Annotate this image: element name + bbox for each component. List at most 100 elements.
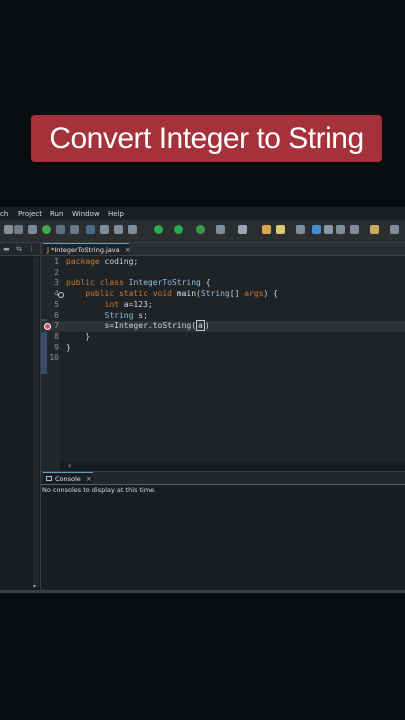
code-line[interactable]: 6 String s; — [41, 311, 405, 322]
status-bar — [0, 590, 405, 593]
console-close-icon[interactable]: × — [86, 475, 92, 483]
back-icon[interactable] — [350, 225, 359, 234]
search-icon[interactable] — [276, 225, 285, 234]
code-token: a=123; — [123, 299, 153, 309]
open-type-icon[interactable] — [262, 225, 271, 234]
line-number: 6 — [54, 310, 59, 320]
menu-search[interactable]: ch — [0, 210, 8, 218]
code-line[interactable]: 9} — [41, 343, 405, 354]
code-token: main — [176, 289, 197, 299]
code-editor[interactable]: J *IntegerToString.java × 1 package codin… — [41, 243, 405, 471]
forward-icon[interactable] — [370, 225, 379, 234]
code-line[interactable]: 10 — [41, 353, 405, 364]
minimize-icon[interactable]: ▬ — [3, 245, 10, 253]
code-text: public static void main(String[] args) { — [66, 289, 278, 298]
code-token: IntegerToString — [128, 278, 201, 288]
code-area[interactable]: 1 package coding; 2 3 public class IntegerTo… — [41, 257, 405, 457]
package-explorer-pane: ▬ ⇆ ⋮ ▾ — [0, 243, 41, 593]
scroll-left-icon[interactable]: ‹ — [68, 461, 71, 470]
menu-help[interactable]: Help — [108, 210, 124, 218]
markers-icon[interactable] — [296, 225, 305, 234]
console-tab-label: Console — [55, 474, 81, 483]
line-number: 3 — [54, 278, 59, 288]
tab-console[interactable]: Console × — [43, 472, 93, 484]
code-token: String — [200, 289, 230, 299]
coverage-icon[interactable] — [196, 225, 205, 234]
code-token: public class — [66, 278, 129, 288]
code-text: } — [66, 343, 71, 352]
eclipse-ide-window: ch Project Run Window Help ▬ ⇆ ⋮ ▾ J *In… — [0, 207, 405, 593]
step-icon[interactable] — [128, 225, 137, 234]
line-number: 9 — [54, 342, 59, 352]
menu-run[interactable]: Run — [50, 210, 63, 218]
terminal-icon[interactable] — [86, 225, 95, 234]
code-token: { — [200, 278, 211, 288]
run-icon[interactable] — [174, 225, 183, 234]
debug-icon[interactable] — [42, 225, 51, 234]
code-token: ) { — [263, 289, 278, 299]
java-file-icon: J — [47, 245, 50, 254]
new-java-project-icon[interactable] — [216, 225, 225, 234]
code-token: a — [196, 320, 205, 332]
line-number: 2 — [54, 267, 59, 277]
last-edit-icon[interactable] — [390, 225, 399, 234]
line-number: 10 — [49, 353, 59, 363]
new-icon[interactable] — [4, 225, 13, 234]
code-text: int a=123; — [66, 300, 153, 309]
view-menu-icon[interactable]: ⋮ — [28, 245, 35, 253]
code-token: coding; — [104, 257, 139, 266]
code-line[interactable]: 8 } — [41, 332, 405, 343]
scroll-down-icon[interactable]: ▾ — [33, 583, 36, 590]
code-token: package — [66, 257, 105, 266]
code-line[interactable]: 4 public static void main(String[] args)… — [41, 289, 405, 300]
menu-window[interactable]: Window — [72, 210, 100, 218]
close-icon[interactable]: × — [125, 246, 131, 254]
code-token: [] — [229, 289, 245, 299]
code-line[interactable]: 2 — [41, 268, 405, 279]
editor-tabbar: J *IntegerToString.java × — [41, 243, 405, 256]
save-icon[interactable] — [14, 225, 23, 234]
package-explorer-tabbar: ▬ ⇆ ⋮ — [0, 243, 40, 256]
debug-run-icon[interactable] — [154, 225, 163, 234]
left-scrollbar[interactable] — [33, 257, 39, 587]
settings-icon[interactable] — [100, 225, 109, 234]
prev-annotation-icon[interactable] — [336, 225, 345, 234]
horizontal-scrollbar[interactable]: ‹ — [60, 461, 405, 471]
save-all-icon[interactable] — [28, 225, 37, 234]
console-message: No consoles to display at this time. — [42, 486, 157, 494]
code-line[interactable]: 1 package coding; — [41, 257, 405, 268]
code-line[interactable]: 7 s=Integer.toString(a) — [41, 320, 405, 333]
code-token: int — [104, 299, 124, 309]
code-token: args — [244, 289, 264, 299]
menu-bar: ch Project Run Window Help — [0, 207, 405, 220]
console-tabbar: Console × — [41, 472, 405, 485]
fold-icon[interactable] — [58, 292, 64, 299]
code-text: s=Integer.toString(a) — [66, 320, 210, 332]
toolbar — [0, 220, 405, 243]
console-toggle-icon[interactable] — [56, 225, 65, 234]
code-token: s; — [133, 310, 148, 320]
code-line[interactable]: 3 public class IntegerToString { — [41, 278, 405, 289]
code-token: ) — [204, 321, 210, 331]
editor-tab-file[interactable]: J *IntegerToString.java × — [43, 243, 131, 255]
code-token: s=Integer.toString( — [66, 321, 197, 331]
code-line[interactable]: 5 int a=123; — [41, 300, 405, 311]
line-number: 5 — [54, 299, 59, 309]
title-text: Convert Integer to String — [49, 121, 364, 155]
sync-icon[interactable]: ⇆ — [16, 245, 22, 253]
new-package-icon[interactable] — [238, 225, 247, 234]
annotation-icon[interactable] — [324, 225, 333, 234]
code-text: public class IntegerToString { — [66, 278, 211, 287]
skip-icon[interactable] — [114, 225, 123, 234]
build-icon[interactable] — [70, 225, 79, 234]
line-number: 8 — [54, 331, 59, 341]
menu-project[interactable]: Project — [18, 210, 42, 218]
code-text: package coding; — [66, 257, 138, 266]
pin-icon[interactable] — [312, 225, 321, 234]
code-token: String — [104, 310, 134, 320]
code-text: String s; — [66, 311, 148, 320]
code-token: } — [66, 342, 71, 352]
